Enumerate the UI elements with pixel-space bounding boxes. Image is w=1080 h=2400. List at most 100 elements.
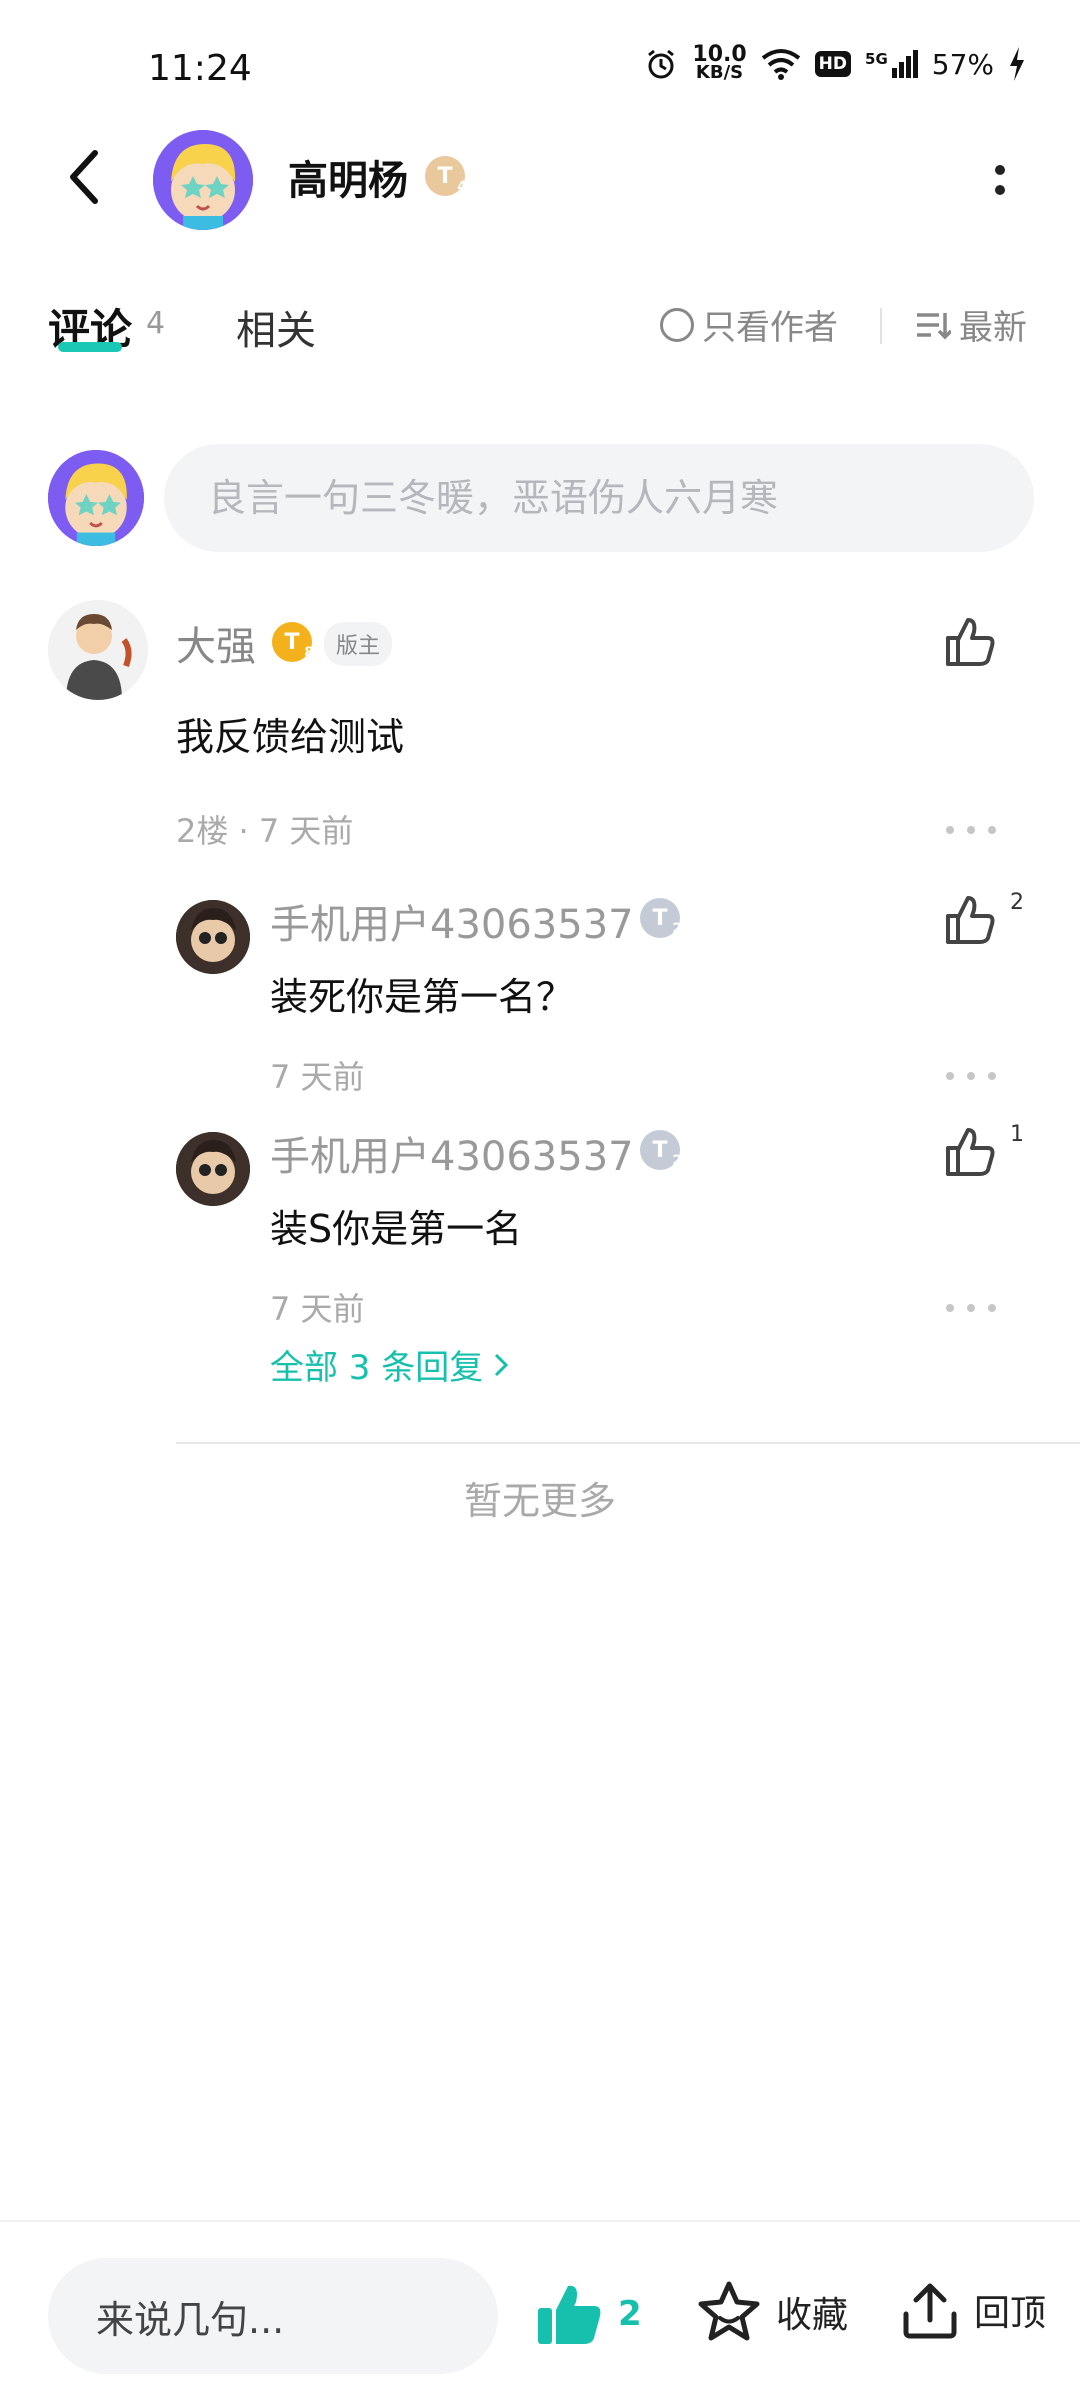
tab-related[interactable]: 相关 — [236, 298, 316, 356]
reply-like-button[interactable] — [942, 1124, 1002, 1184]
back-to-top-label: 回顶 — [974, 2293, 1047, 2334]
divider — [176, 1442, 1080, 1444]
view-all-replies-label: 全部 3 条回复 — [270, 1348, 484, 1388]
reply-text: 装死你是第一名？ — [270, 975, 575, 1019]
network-type: 5G — [865, 50, 888, 68]
view-all-replies-link[interactable]: 全部 3 条回复 — [270, 1340, 509, 1389]
cartoon-avatar-icon — [48, 600, 148, 700]
network-speed: 10.0 KB/S — [692, 44, 746, 83]
bottom-comment-input[interactable]: 来说几句... — [48, 2258, 498, 2374]
bottom-like-count: 2 — [618, 2294, 642, 2334]
like-button[interactable] — [942, 614, 1002, 674]
comment-input[interactable] — [164, 444, 1034, 552]
more-dot — [995, 165, 1005, 175]
alarm-icon — [648, 49, 675, 79]
reply-author[interactable]: 手机用户43063537 — [270, 892, 634, 950]
cartoon-avatar-icon — [48, 450, 144, 546]
moderator-badge: 版主 — [324, 622, 393, 666]
level-badge-letter: T — [652, 1137, 668, 1163]
more-dot — [995, 185, 1005, 195]
back-to-top-button[interactable]: 回顶 — [900, 2280, 1046, 2340]
more-options-button[interactable] — [970, 150, 1030, 210]
level-badge-number: 2 — [672, 1153, 682, 1169]
chevron-right-icon — [495, 1353, 509, 1376]
comments-count: 4 — [146, 306, 166, 341]
level-badge: T 2 — [640, 898, 682, 938]
level-badge-letter: T — [284, 629, 300, 655]
bottom-like-button[interactable]: 2 — [536, 2282, 642, 2346]
reply-text: 装S你是第一名 — [270, 1207, 523, 1251]
thumbs-up-icon — [946, 1128, 995, 1176]
level-badge: T 8 — [272, 622, 314, 662]
comment-meta: 2楼 · 7 天前 — [176, 812, 354, 850]
signal-icon: 5G — [865, 50, 918, 78]
more-dot — [946, 826, 954, 834]
hd-badge: HD — [814, 51, 852, 77]
bottom-action-bar: 来说几句... 2 收藏 回顶 — [0, 2220, 1080, 2400]
more-dot — [988, 826, 996, 834]
cartoon-avatar-icon — [176, 1132, 250, 1206]
reply-author[interactable]: 手机用户43063537 — [270, 1124, 634, 1182]
reply-like-count: 2 — [1010, 890, 1024, 915]
reply-meta: 7 天前 — [270, 1290, 365, 1328]
comment-tabs: 评论 4 相关 只看作者 最新 — [0, 280, 1080, 370]
bottom-input-placeholder: 来说几句... — [96, 2297, 285, 2342]
status-time: 11:24 — [148, 48, 252, 89]
radio-circle-icon — [660, 307, 694, 342]
level-badge-number: 8 — [304, 645, 314, 661]
thumbs-up-filled-icon — [538, 2285, 601, 2344]
my-avatar[interactable] — [48, 450, 144, 546]
more-dot — [967, 1304, 975, 1312]
comment-text: 我反馈给测试 — [176, 715, 405, 759]
level-badge: T 2 — [640, 1130, 682, 1170]
sort-button[interactable]: 最新 — [915, 300, 1027, 349]
favorite-button[interactable]: 收藏 — [696, 2280, 848, 2344]
status-bar: 11:24 10.0 KB/S HD 5G 57% — [0, 0, 1080, 110]
page-title: 高明杨 — [288, 158, 408, 204]
network-speed-unit: KB/S — [695, 62, 744, 83]
battery-percent: 57% — [931, 47, 994, 81]
status-icons: 10.0 KB/S HD 5G 57% — [644, 44, 1026, 83]
more-dot — [946, 1304, 954, 1312]
cartoon-avatar-icon — [176, 900, 250, 974]
level-badge: T 4 — [425, 156, 467, 196]
more-dot — [967, 826, 975, 834]
more-dot — [967, 1072, 975, 1080]
sort-icon — [917, 312, 951, 339]
chevron-left-icon — [70, 150, 98, 204]
more-dot — [988, 1304, 996, 1312]
level-badge-number: 2 — [672, 921, 682, 937]
top-header: 高明杨 T 4 — [0, 120, 1080, 240]
tab-active-indicator — [58, 342, 122, 352]
author-only-toggle[interactable]: 只看作者 — [660, 300, 838, 349]
author-only-label: 只看作者 — [702, 308, 838, 348]
divider — [880, 308, 882, 344]
back-button[interactable] — [50, 142, 120, 212]
thumbs-up-icon — [946, 618, 995, 666]
commenter-name[interactable]: 大强 — [176, 614, 256, 672]
author-avatar[interactable] — [153, 130, 253, 230]
more-dot — [946, 1072, 954, 1080]
commenter-avatar[interactable] — [48, 600, 148, 700]
thumbs-up-icon — [946, 896, 995, 944]
reply-more-button[interactable] — [946, 1298, 996, 1318]
reply-meta: 7 天前 — [270, 1058, 365, 1096]
reply-avatar[interactable] — [176, 1132, 250, 1206]
reply-like-count: 1 — [1010, 1122, 1024, 1147]
favorite-label: 收藏 — [776, 2295, 849, 2336]
sort-label: 最新 — [959, 308, 1027, 348]
cartoon-avatar-icon — [153, 130, 253, 230]
level-badge-number: 4 — [457, 179, 467, 195]
reply-like-button[interactable] — [942, 892, 1002, 952]
no-more-text: 暂无更多 — [463, 1479, 616, 1523]
reply-more-button[interactable] — [946, 1066, 996, 1086]
charging-icon — [1010, 47, 1024, 81]
reply-avatar[interactable] — [176, 900, 250, 974]
level-badge-letter: T — [652, 905, 668, 931]
wifi-icon — [761, 49, 800, 80]
star-icon — [698, 2281, 760, 2341]
comment-compose-row — [0, 444, 1080, 552]
more-dot — [988, 1072, 996, 1080]
comment-more-button[interactable] — [946, 820, 996, 840]
level-badge-letter: T — [437, 163, 453, 189]
